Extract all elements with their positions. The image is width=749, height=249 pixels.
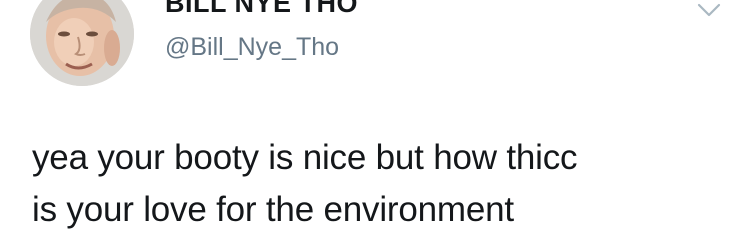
display-name[interactable]: BILL NYE THO <box>165 0 358 18</box>
tweet-text-line: is your love for the environment <box>32 190 514 229</box>
user-handle[interactable]: @Bill_Nye_Tho <box>165 32 339 62</box>
tweet-text: yea your booty is nice but how thicc is … <box>32 132 732 236</box>
profile-photo-icon <box>30 0 134 86</box>
tweet-card: BILL NYE THO @Bill_Nye_Tho yea your boot… <box>0 0 749 249</box>
chevron-down-icon[interactable] <box>695 0 723 22</box>
avatar[interactable] <box>30 0 134 86</box>
tweet-text-line: yea your booty is nice but how thicc <box>32 138 578 177</box>
